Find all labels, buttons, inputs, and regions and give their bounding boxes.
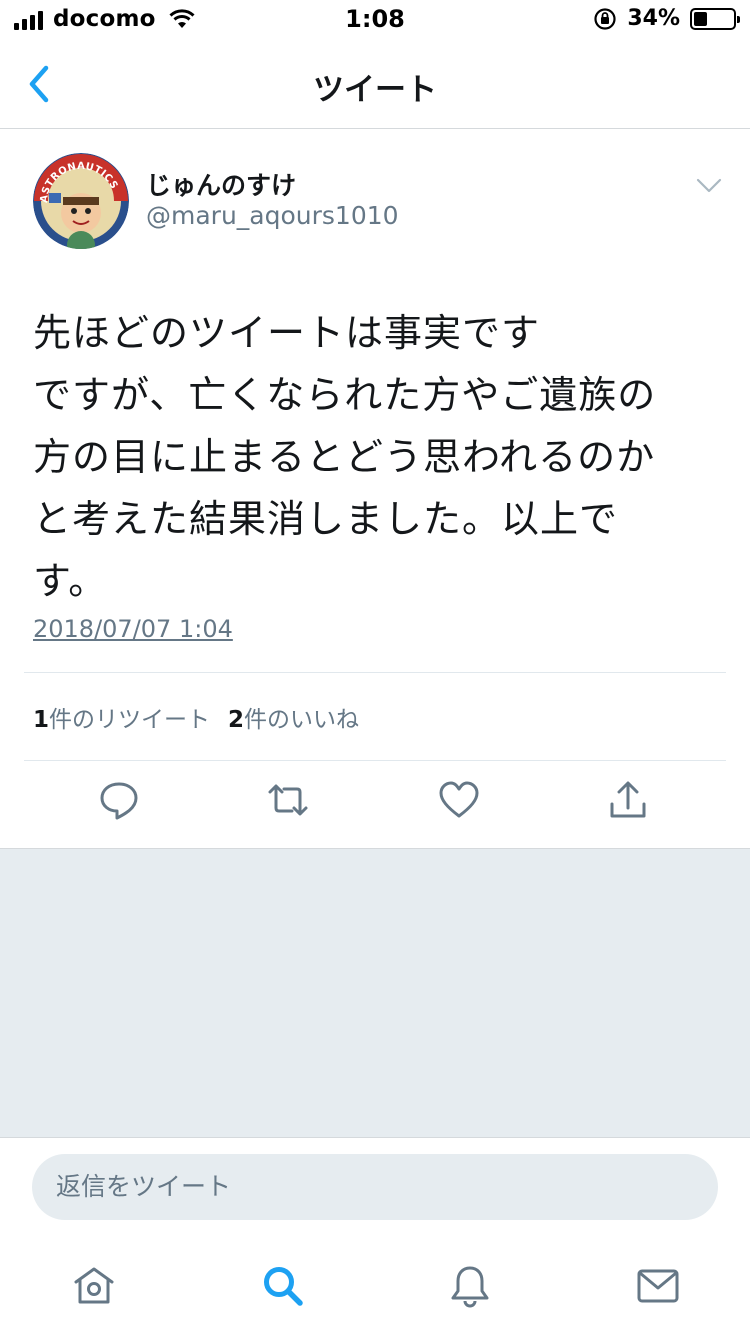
- share-icon[interactable]: [606, 778, 650, 822]
- search-icon[interactable]: [259, 1262, 307, 1310]
- tab-bar: [0, 1238, 750, 1334]
- tweet-text-line: 方の目に止まるとどう思われるのか: [33, 435, 656, 479]
- tweet-text-line: ですが、亡くなられた方やご遺族の: [33, 373, 657, 417]
- tweet-text-line: 先ほどのツイートは事実です: [33, 311, 541, 355]
- replies-area: [0, 848, 750, 1138]
- reply-input[interactable]: 返信をツイート: [32, 1154, 718, 1220]
- retweet-stat[interactable]: 1件のリツイート: [33, 700, 210, 734]
- status-bar: docomo 1:08 34%: [0, 0, 750, 40]
- tweet-text-line: と考えた結果消しました。以上で: [33, 497, 619, 541]
- navigation-bar: ツイート: [0, 40, 750, 129]
- avatar-image: ASTRONAUTICS: [33, 153, 129, 249]
- divider: [24, 672, 726, 673]
- retweet-count: 1: [33, 707, 50, 733]
- like-icon[interactable]: [437, 778, 481, 822]
- divider: [24, 760, 726, 761]
- tweet-text: 先ほどのツイートは事実です ですが、亡くなられた方やご遺族の 方の目に止まるとど…: [33, 302, 723, 612]
- retweet-icon[interactable]: [266, 778, 310, 822]
- messages-icon[interactable]: [634, 1262, 682, 1310]
- tweet-actions: [0, 778, 750, 832]
- notifications-icon[interactable]: [446, 1262, 494, 1310]
- user-handle[interactable]: @maru_aqours1010: [146, 201, 399, 230]
- like-label: 件のいいね: [244, 707, 360, 733]
- home-icon[interactable]: [70, 1262, 118, 1310]
- tweet-text-line: す。: [33, 559, 108, 603]
- reply-bar: 返信をツイート: [0, 1137, 750, 1238]
- tweet-timestamp[interactable]: 2018/07/07 1:04: [33, 615, 233, 643]
- battery-percent: 34%: [627, 6, 680, 31]
- avatar[interactable]: ASTRONAUTICS: [33, 153, 129, 249]
- like-count: 2: [228, 707, 245, 733]
- tweet-stats: 1件のリツイート 2件のいいね: [33, 700, 359, 734]
- display-name[interactable]: じゅんのすけ: [146, 166, 296, 202]
- page-title: ツイート: [313, 72, 437, 108]
- like-stat[interactable]: 2件のいいね: [228, 700, 359, 734]
- orientation-lock-icon: [594, 7, 616, 30]
- retweet-label: 件のリツイート: [49, 707, 211, 733]
- caret-down-icon[interactable]: [696, 178, 722, 194]
- reply-icon[interactable]: [97, 778, 141, 822]
- battery-icon: [690, 7, 740, 30]
- status-right: 34%: [593, 6, 740, 31]
